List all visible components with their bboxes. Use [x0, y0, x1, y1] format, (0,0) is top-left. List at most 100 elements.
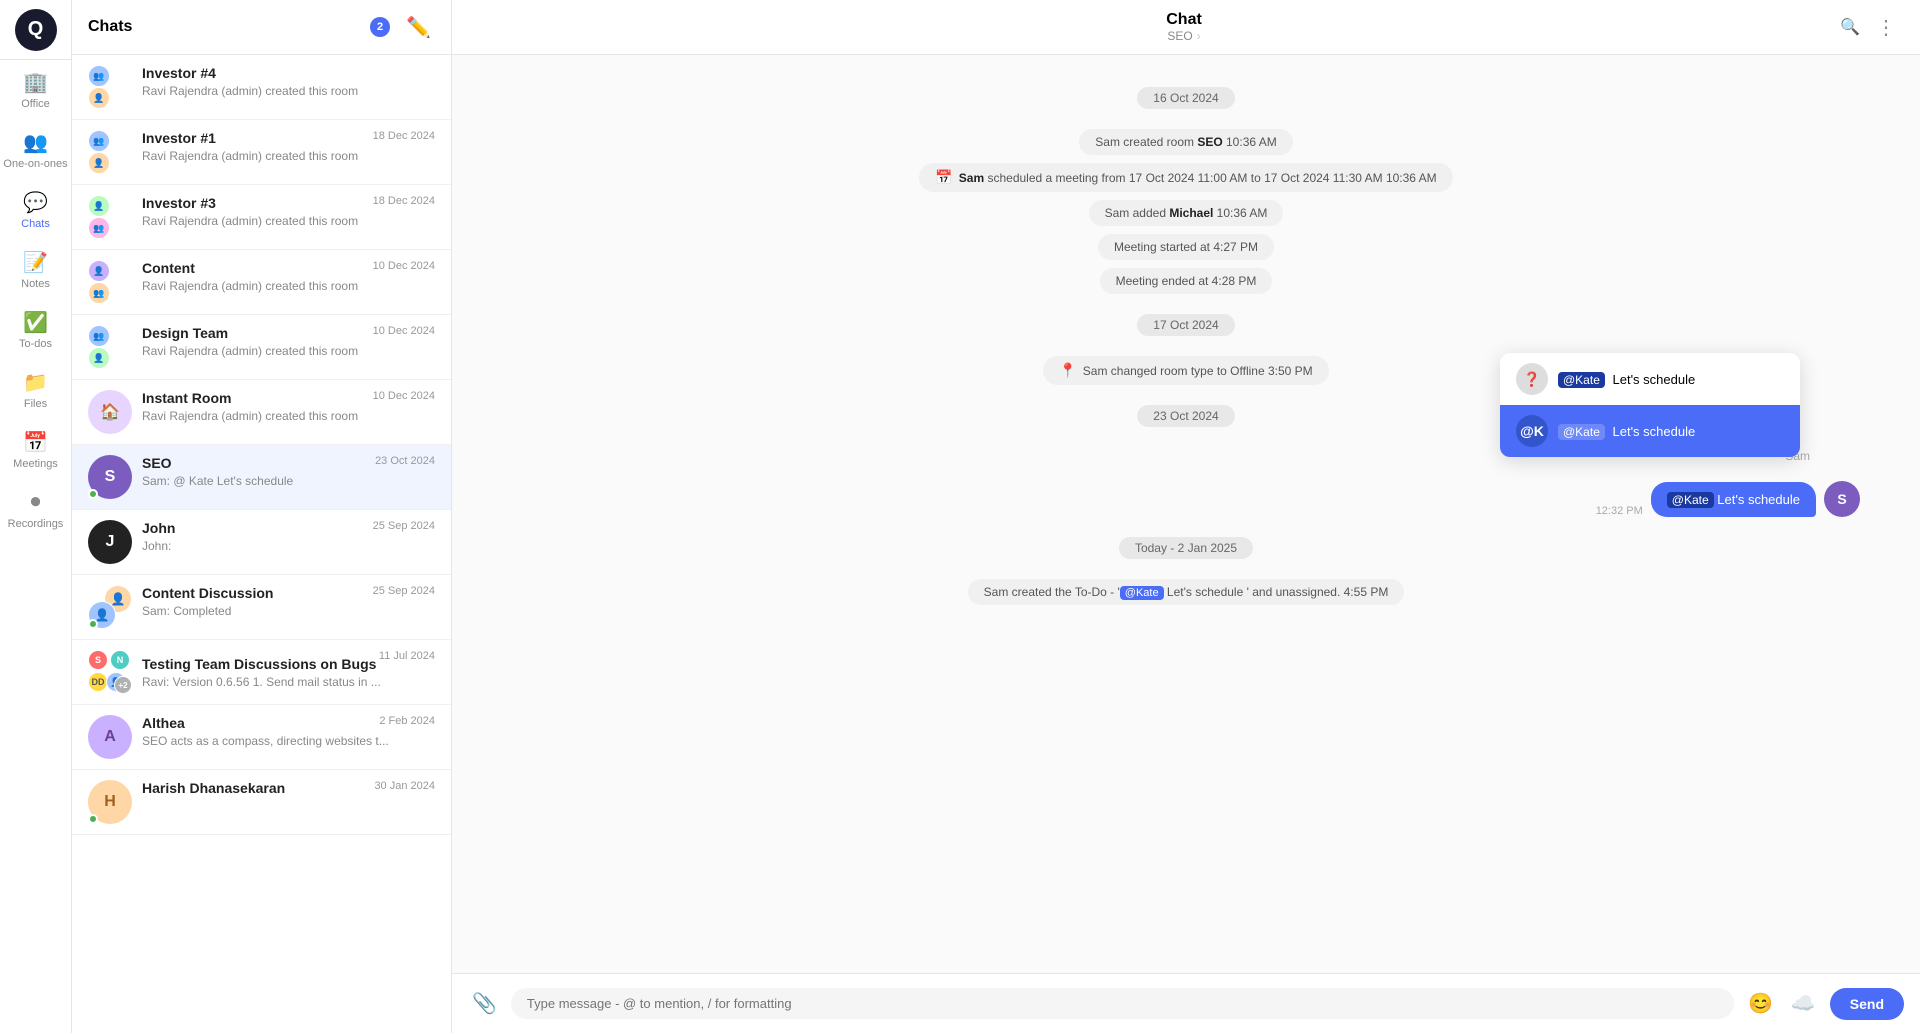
chat-item-content: Investor #4 Ravi Rajendra (admin) create… [142, 65, 435, 98]
chat-item-content-discussion[interactable]: 👤 👤 Content Discussion Sam: Completed 25… [72, 575, 451, 640]
system-message-meeting-started: Meeting started at 4:27 PM [512, 234, 1860, 260]
avatar: 👤 👥 [88, 260, 132, 304]
chat-date: 10 Dec 2024 [373, 325, 435, 337]
more-options-button[interactable]: ⋮ [1872, 11, 1900, 44]
avatar: 👤 👥 [88, 195, 132, 239]
chat-item-investor3[interactable]: 👤 👥 Investor #3 Ravi Rajendra (admin) cr… [72, 185, 451, 250]
sidebar-item-label: Chats [21, 218, 50, 230]
date-divider-today: Today - 2 Jan 2025 [512, 537, 1860, 559]
chat-item-instant-room[interactable]: 🏠 Instant Room Ravi Rajendra (admin) cre… [72, 380, 451, 445]
app-logo[interactable]: Q [0, 0, 72, 60]
recordings-icon: ⏺ [24, 490, 48, 514]
chat-list-scroll[interactable]: 👥 👤 Investor #4 Ravi Rajendra (admin) cr… [72, 55, 451, 1033]
chat-input-area: 📎 😊 ☁️ Send [452, 973, 1920, 1033]
chat-list-panel: Chats 2 ✏️ 👥 👤 Investor #4 Ravi Rajendra… [72, 0, 452, 1033]
chat-item-investor1[interactable]: 👥 👤 Investor #1 Ravi Rajendra (admin) cr… [72, 120, 451, 185]
office-icon: 🏢 [24, 70, 48, 94]
avatar: 👥 👤 [88, 65, 132, 109]
system-message-meeting-scheduled: 📅 Sam scheduled a meeting from 17 Oct 20… [512, 163, 1860, 192]
sidebar-item-label: Notes [21, 278, 50, 290]
autocomplete-avatar: ❓ [1516, 363, 1548, 395]
chat-item-harish[interactable]: H Harish Dhanasekaran 30 Jan 2024 [72, 770, 451, 835]
sidebar-item-meetings[interactable]: 📅 Meetings [0, 420, 71, 480]
new-chat-button[interactable]: ✏️ [402, 11, 435, 44]
room-preview: Ravi: Version 0.6.56 1. Send mail status… [142, 675, 435, 689]
system-message-meeting-ended: Meeting ended at 4:28 PM [512, 268, 1860, 294]
room-preview: Ravi Rajendra (admin) created this room [142, 149, 435, 163]
sidebar-item-todos[interactable]: ✅ To-dos [0, 300, 71, 360]
chat-item-testing-team[interactable]: S N DD 👤 +2 Testing Team Discussions on … [72, 640, 451, 705]
date-label: 17 Oct 2024 [1137, 314, 1234, 336]
autocomplete-item-2[interactable]: @K @Kate Let's schedule [1500, 405, 1800, 457]
sidebar-item-one-on-ones[interactable]: 👥 One-on-ones [0, 120, 71, 180]
attachment-button[interactable]: 📎 [468, 987, 501, 1020]
autocomplete-popup: ❓ @Kate Let's schedule @K @Kate Let's sc… [1500, 353, 1800, 457]
chat-messages: 16 Oct 2024 Sam created room SEO 10:36 A… [452, 55, 1920, 973]
system-message-room-created: Sam created room SEO 10:36 AM [512, 129, 1860, 155]
chat-item-investor4[interactable]: 👥 👤 Investor #4 Ravi Rajendra (admin) cr… [72, 55, 451, 120]
message-bubble: @Kate Let's schedule [1651, 482, 1816, 517]
calendar-icon: 📅 [935, 169, 952, 186]
online-indicator [88, 489, 98, 499]
date-divider-oct16: 16 Oct 2024 [512, 87, 1860, 109]
emoji-button[interactable]: 😊 [1744, 987, 1777, 1020]
system-text: Sam created room SEO 10:36 AM [1095, 135, 1276, 149]
sidebar-item-label: Recordings [8, 518, 64, 530]
date-label: 23 Oct 2024 [1137, 405, 1234, 427]
chat-item-john[interactable]: J John John: 25 Sep 2024 [72, 510, 451, 575]
room-preview: Ravi Rajendra (admin) created this room [142, 84, 435, 98]
sidebar: Q 🏢 Office 👥 One-on-ones 💬 Chats 📝 Notes… [0, 0, 72, 1033]
message-input[interactable] [527, 996, 1718, 1011]
room-preview: Ravi Rajendra (admin) created this room [142, 344, 435, 358]
chat-header: Chat SEO › 🔍 ⋮ [452, 0, 1920, 55]
sidebar-item-label: Files [24, 398, 47, 410]
sidebar-item-label: One-on-ones [3, 158, 67, 170]
chat-item-seo[interactable]: S SEO Sam: @ Kate Let's schedule 23 Oct … [72, 445, 451, 510]
more-members-badge: +2 [114, 676, 132, 694]
avatar: J [88, 520, 132, 564]
chat-input-wrap [511, 988, 1734, 1019]
system-text: Meeting started at 4:27 PM [1114, 240, 1258, 254]
system-text: Sam created the To-Do - '@Kate Let's sch… [984, 585, 1389, 599]
room-preview: John: [142, 539, 435, 553]
chat-item-content[interactable]: 👤 👥 Content Ravi Rajendra (admin) create… [72, 250, 451, 315]
chat-date: 10 Dec 2024 [373, 260, 435, 272]
chat-list-title: Chats [88, 18, 358, 36]
chat-item-althea[interactable]: A Althea SEO acts as a compass, directin… [72, 705, 451, 770]
system-text: Meeting ended at 4:28 PM [1116, 274, 1257, 288]
sidebar-item-files[interactable]: 📁 Files [0, 360, 71, 420]
chat-header-info: Chat SEO › [1166, 11, 1202, 43]
avatar: 🏠 [88, 390, 132, 434]
chat-subtitle: SEO › [1167, 29, 1200, 43]
search-chat-button[interactable]: 🔍 [1836, 13, 1864, 41]
online-indicator [88, 619, 98, 629]
files-icon: 📁 [24, 370, 48, 394]
sidebar-item-office[interactable]: 🏢 Office [0, 60, 71, 120]
autocomplete-item-1[interactable]: ❓ @Kate Let's schedule [1500, 353, 1800, 405]
chat-date: 25 Sep 2024 [373, 585, 435, 597]
sidebar-item-chats[interactable]: 💬 Chats [0, 180, 71, 240]
sidebar-item-label: Office [21, 98, 50, 110]
chat-date: 2 Feb 2024 [379, 715, 435, 727]
sidebar-item-recordings[interactable]: ⏺ Recordings [0, 480, 71, 540]
chat-title: Chat [1166, 11, 1202, 29]
upload-button[interactable]: ☁️ [1787, 987, 1820, 1020]
message-row-sam: ❓ @Kate Let's schedule @K @Kate Let's sc… [512, 481, 1860, 517]
message-time: 12:32 PM [1596, 505, 1643, 517]
chat-item-design-team[interactable]: 👥 👤 Design Team Ravi Rajendra (admin) cr… [72, 315, 451, 380]
sidebar-item-label: To-dos [19, 338, 52, 350]
send-button[interactable]: Send [1830, 988, 1904, 1020]
system-text: Sam changed room type to Offline 3:50 PM [1083, 364, 1313, 378]
mention-tag: @Kate [1558, 372, 1605, 388]
online-indicator [88, 814, 98, 824]
chat-date: 18 Dec 2024 [373, 195, 435, 207]
location-icon: 📍 [1059, 362, 1076, 379]
avatar: 👥 👤 [88, 130, 132, 174]
room-preview: Sam: @ Kate Let's schedule [142, 474, 435, 488]
sidebar-item-label: Meetings [13, 458, 58, 470]
room-preview: Ravi Rajendra (admin) created this room [142, 279, 435, 293]
sidebar-item-notes[interactable]: 📝 Notes [0, 240, 71, 300]
message-text: Let's schedule [1717, 492, 1800, 507]
avatar: A [88, 715, 132, 759]
system-text: Sam scheduled a meeting from 17 Oct 2024… [959, 171, 1437, 185]
